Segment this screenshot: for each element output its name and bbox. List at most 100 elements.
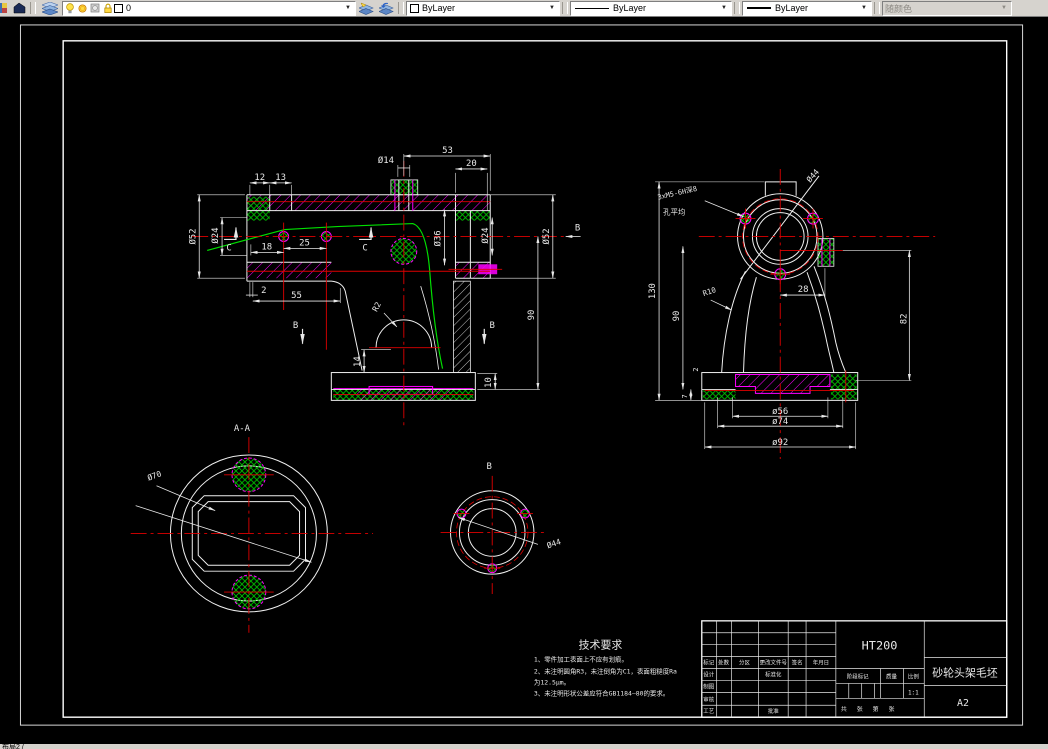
holes-note: 孔平均: [663, 207, 685, 217]
dim-label: R10: [702, 285, 718, 298]
tb-cell: 年月日: [813, 659, 829, 667]
dim-label: 18: [261, 242, 272, 252]
drawing-canvas[interactable]: 12 13 Ø14 53 20 Ø52 Ø24 18 25 Ø36 Ø24 Ø5…: [0, 16, 1048, 744]
dim-label: 25: [299, 238, 310, 248]
dim-label: ø74: [772, 417, 788, 427]
tb-cell: 标记: [703, 659, 714, 667]
chevron-down-icon[interactable]: ▼: [343, 5, 353, 11]
tb-cell: 标准化: [765, 670, 782, 678]
tb-cell: 比例: [908, 672, 919, 680]
dim-label: 12: [254, 173, 265, 183]
tech-requirements: 技术要求 1、零件加工表面上不应有划痕。 2、未注明圆角R3，未注倒角为C1，表…: [534, 639, 677, 698]
chevron-down-icon: ▼: [1001, 5, 1007, 11]
dim-label: 7: [681, 394, 689, 398]
layer-properties-button[interactable]: [38, 1, 62, 15]
lineweight-select[interactable]: ByLayer ▼: [742, 0, 872, 16]
section-label: B: [293, 321, 298, 331]
tb-cell: 第: [873, 705, 879, 713]
section-aa-view: A-A Ø70: [130, 424, 374, 633]
layer-freeze-sun-icon: [78, 4, 87, 12]
title-block: HT200 砂轮头架毛坯 A2 标记 处数 分区 更改文件号 签名 年月日 设计…: [701, 620, 1008, 718]
tech-line: 1、零件加工表面上不应有划痕。: [534, 655, 628, 664]
home-icon-button[interactable]: [10, 1, 28, 15]
make-layer-current-icon: [358, 2, 374, 15]
dim-label: ø56: [772, 407, 788, 417]
make-layer-current-button[interactable]: [356, 1, 376, 15]
chevron-down-icon[interactable]: ▼: [719, 5, 729, 11]
lineweight-sample: [747, 7, 771, 9]
plot-style-select: 随颜色 ▼: [882, 0, 1012, 16]
section-label: B: [490, 321, 495, 331]
dim-label: ø92: [772, 438, 788, 448]
dim-label: 2: [261, 286, 266, 296]
tb-cell: 批准: [768, 707, 779, 715]
dim-label: Ø44: [545, 536, 562, 550]
toolbar-separator: [398, 2, 404, 14]
dim-label: 13: [275, 173, 286, 183]
layers-icon: [42, 1, 58, 15]
sheet-frame: [19, 24, 1024, 726]
toolbar-separator: [562, 2, 568, 14]
color-select[interactable]: ByLayer ▼: [406, 0, 560, 16]
section-label: B: [575, 224, 580, 234]
top-toolbar: 0 ▼ ByLayer ▼ ByLayer ▼ ByLayer ▼ 随颜色 ▼: [0, 0, 1048, 17]
dim-label: 55: [291, 291, 302, 301]
home-icon: [13, 2, 25, 14]
tb-cell: 签名: [792, 659, 803, 667]
lineweight-value: ByLayer: [775, 3, 809, 13]
view-label: B: [487, 462, 492, 472]
dim-label: R2: [371, 300, 384, 313]
tb-cell: 处数: [718, 659, 729, 667]
part-name: 砂轮头架毛坯: [932, 665, 998, 679]
chevron-down-icon[interactable]: ▼: [859, 5, 869, 11]
palette-icon-button[interactable]: [0, 1, 10, 15]
tb-cell: 质量: [886, 672, 897, 680]
layer-name: 0: [126, 3, 132, 13]
dim-label: 90: [672, 311, 682, 322]
tb-cell: 审核: [703, 695, 714, 703]
layer-vp-freeze-icon: [90, 3, 100, 12]
tech-line: 3、未注明形状公差应符合GB1184—80的要求。: [534, 688, 669, 697]
dim-label: Ø36: [433, 230, 444, 246]
tech-line: 2、未注明圆角R3，未注倒角为C1，表面粗糙度Ra: [534, 666, 677, 675]
tb-cell: 制图: [703, 682, 714, 690]
material-label: HT200: [862, 639, 898, 653]
tb-cell: 阶段标记: [847, 672, 869, 680]
dim-label: Ø24: [210, 227, 221, 243]
linetype-select[interactable]: ByLayer ▼: [570, 0, 732, 16]
tb-cell: 分区: [739, 659, 750, 667]
dim-label: Ø24: [480, 227, 491, 243]
layer-previous-icon: [378, 2, 394, 15]
tb-cell: 共: [841, 705, 847, 713]
tb-cell: 设计: [703, 670, 714, 678]
layer-select[interactable]: 0 ▼: [62, 0, 356, 16]
layout-tab[interactable]: 布局2 /: [2, 744, 24, 749]
tb-scale: 1:1: [908, 689, 919, 696]
linetype-sample: [575, 7, 609, 9]
chevron-down-icon[interactable]: ▼: [547, 5, 557, 11]
toolbar-separator: [30, 2, 36, 14]
view-label: A-A: [234, 424, 251, 434]
layout-tab-bar: 布局2 /: [0, 744, 1048, 749]
application-window: 0 ▼ ByLayer ▼ ByLayer ▼ ByLayer ▼ 随颜色 ▼ …: [0, 0, 1048, 749]
tb-cell: 张: [888, 705, 894, 713]
tb-cell: 工艺: [703, 708, 714, 715]
section-b-view: B Ø44: [440, 462, 562, 595]
dim-label: Ø14: [378, 155, 394, 166]
tb-cell: 张: [857, 705, 863, 713]
dim-label: Ø52: [541, 228, 552, 244]
layer-on-bulb-icon: [66, 2, 74, 13]
toolbar-separator: [734, 2, 740, 14]
dim-label: 14: [353, 356, 363, 367]
linetype-value: ByLayer: [613, 3, 647, 13]
color-swatch: [410, 3, 419, 13]
dim-label: 20: [466, 159, 477, 169]
section-label: C: [362, 243, 367, 253]
dim-label: Ø70: [146, 468, 163, 482]
layer-previous-button[interactable]: [376, 1, 396, 15]
layer-color-swatch: [114, 3, 123, 13]
sheet-size: A2: [957, 698, 969, 709]
tb-cell: 更改文件号: [760, 659, 788, 667]
dim-label: 53: [442, 146, 453, 156]
dim-label: 10: [484, 377, 494, 388]
